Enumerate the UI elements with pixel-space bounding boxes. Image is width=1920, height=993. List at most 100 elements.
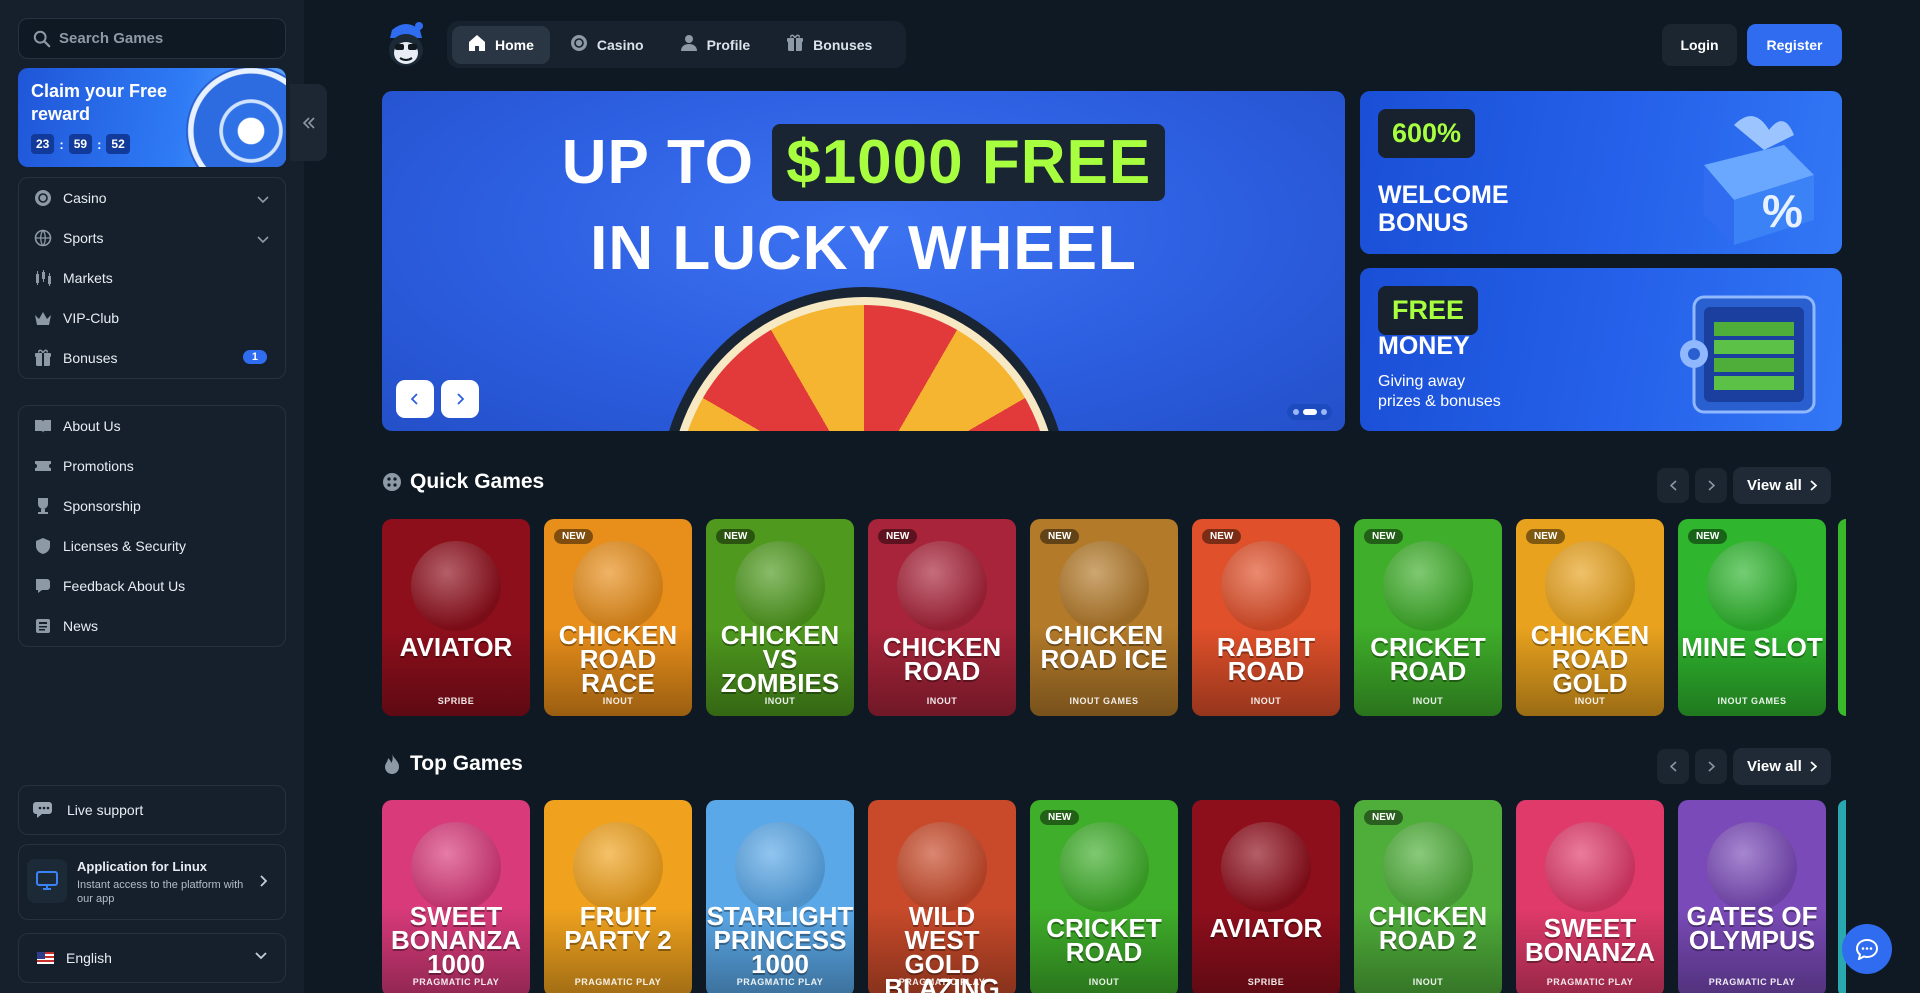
new-badge: NEW [1202,529,1242,544]
chevron-right-icon [457,393,464,405]
sidebar-item-label: News [63,618,99,634]
language-label: English [66,950,112,966]
chat-bubble-icon [1855,938,1879,960]
reward-wheel-icon [186,68,286,167]
game-card[interactable]: NEW CHICKEN ROAD 2 INOUT [1354,800,1502,993]
game-provider: INOUT [764,696,796,706]
game-provider: INOUT [1412,696,1444,706]
nav-label: Home [495,36,534,53]
search-box[interactable] [18,18,286,59]
view-all-button[interactable]: View all [1733,467,1831,504]
chevron-left-icon [411,393,418,405]
nav-home[interactable]: Home [452,25,550,64]
game-card[interactable]: AVIATOR SPRIBE [1192,800,1340,993]
sidebar-item-sports[interactable]: Sports [19,218,285,258]
game-artwork [1059,541,1149,631]
hero-banner[interactable]: UP TO $1000 FREE IN LUCKY WHEEL [382,91,1345,431]
game-card[interactable]: SWEET BONANZA 1000 PRAGMATIC PLAY [382,800,530,993]
casino-chip-icon [33,188,53,208]
sidebar-item-licenses-security[interactable]: Licenses & Security [19,526,285,566]
game-card[interactable]: FRUIT PARTY 2 PRAGMATIC PLAY [544,800,692,993]
game-provider: PRAGMATIC PLAY [574,977,662,987]
free-reward-banner[interactable]: Claim your Free reward 23: 59: 52 [18,68,286,167]
scroll-left-button[interactable] [1657,468,1689,503]
sidebar-item-about-us[interactable]: About Us [19,406,285,446]
register-button[interactable]: Register [1747,24,1842,66]
game-card[interactable]: AVIATOR SPRIBE [382,519,530,716]
game-title: CHICKEN ROAD GOLD [1530,620,1650,698]
game-card[interactable]: NEW CHICKEN ROAD ICE INOUT GAMES [1030,519,1178,716]
hero-headline-line2: IN LUCKY WHEEL [590,214,1137,283]
game-title: RABBIT ROAD [1216,632,1316,686]
game-artwork [1383,822,1473,912]
game-provider: PRAGMATIC PLAY [1708,977,1796,987]
hero-highlight: $1000 FREE [772,124,1166,201]
game-card[interactable]: NEW CRICKET ROAD INOUT [1354,519,1502,716]
chat-support-icon [33,802,52,818]
game-provider: INOUT GAMES [1069,696,1139,706]
game-card[interactable]: NEW CRICKET ROAD INOUT [1030,800,1178,993]
hero-pagination[interactable] [1287,404,1332,420]
sidebar-item-vip-club[interactable]: VIP-Club [19,298,285,338]
sidebar-item-label: Feedback About Us [63,578,186,594]
welcome-bonus-card[interactable]: 600% WELCOME BONUS % [1360,91,1842,254]
game-card[interactable]: WILD WEST GOLD BLAZING BOUNTYPRAGMATIC P… [868,800,1016,993]
brand-logo[interactable] [384,20,428,68]
free-money-card[interactable]: FREE MONEY Giving away prizes & bonuses [1360,268,1842,431]
new-badge: NEW [716,529,756,544]
app-title: Application for Linux [77,859,207,874]
game-artwork [1545,541,1635,631]
new-badge: NEW [1364,810,1404,825]
game-card[interactable]: NEW CHICKEN ROAD RACE INOUT [544,519,692,716]
scroll-right-button[interactable] [1695,749,1727,784]
game-artwork [897,541,987,631]
scroll-right-button[interactable] [1695,468,1727,503]
game-card[interactable]: NEW CHICKEN VS ZOMBIES INOUT [706,519,854,716]
newspaper-icon [33,616,53,636]
bonus-count-badge: 1 [242,350,267,364]
game-card[interactable]: NEW CHICKEN ROAD INOUT [868,519,1016,716]
game-card[interactable]: GATES OF OLYMPUS PRAGMATIC PLAY [1678,800,1826,993]
hero-prev-button[interactable] [396,380,434,418]
sidebar-item-casino[interactable]: Casino [19,178,285,218]
game-title: FRUIT PARTY 2 [564,901,672,955]
sidebar-item-news[interactable]: News [19,606,285,646]
game-card[interactable]: NEW CHICKEN ROAD GOLD INOUT [1516,519,1664,716]
game-provider: PRAGMATIC PLAY [898,977,986,987]
nav-casino[interactable]: Casino [554,26,660,64]
sidebar-item-promotions[interactable]: Promotions [19,446,285,486]
gift-icon [786,34,804,55]
new-badge: NEW [1040,529,1080,544]
sidebar-item-bonuses[interactable]: Bonuses 1 [19,338,285,378]
sidebar-item-label: Markets [63,270,113,286]
game-title: GATES OF OLYMPUS [1686,901,1818,955]
money-safe-icon [1680,295,1816,414]
language-selector[interactable]: English [18,933,286,983]
collapse-sidebar-button[interactable] [290,84,327,161]
linux-app-promo[interactable]: Application for Linux Instant access to … [18,844,286,920]
sidebar-item-label: Bonuses [63,350,118,366]
sidebar-item-sponsorship[interactable]: Sponsorship [19,486,285,526]
game-card[interactable]: NEW MINE SLOT INOUT GAMES [1678,519,1826,716]
sidebar-item-markets[interactable]: Markets [19,258,285,298]
live-support-button[interactable]: Live support [18,785,286,835]
game-card[interactable]: NEW RABBIT ROAD INOUT [1192,519,1340,716]
login-button[interactable]: Login [1662,24,1737,66]
sidebar-item-feedback-about-us[interactable]: Feedback About Us [19,566,285,606]
casino-chip-icon [570,34,588,55]
game-artwork [1221,541,1311,631]
chat-widget-button[interactable] [1842,924,1892,974]
view-all-button[interactable]: View all [1733,748,1831,785]
new-badge: NEW [1040,810,1080,825]
nav-bonuses[interactable]: Bonuses [770,26,888,64]
fire-icon [385,754,399,774]
hero-next-button[interactable] [441,380,479,418]
book-icon [33,416,53,436]
scroll-left-button[interactable] [1657,749,1689,784]
search-input[interactable] [59,30,259,47]
nav-profile[interactable]: Profile [664,26,767,64]
game-card[interactable]: STARLIGHT PRINCESS 1000 PRAGMATIC PLAY [706,800,854,993]
game-card[interactable]: SWEET BONANZA PRAGMATIC PLAY [1516,800,1664,993]
trophy-icon [33,496,53,516]
ticket-icon [33,456,53,476]
